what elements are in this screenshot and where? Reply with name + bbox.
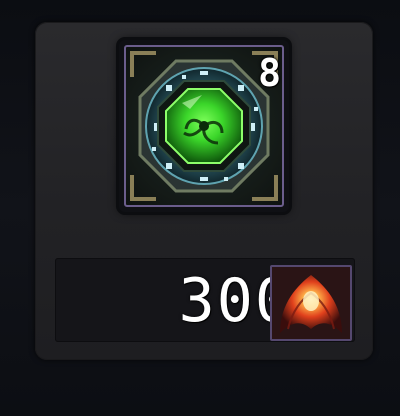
stack-count: 8 [258, 51, 281, 95]
shop-item-panel: 8 300 [0, 0, 400, 416]
red-flame-crest-icon [272, 267, 350, 339]
currency-slot[interactable] [270, 265, 352, 341]
item-slot[interactable]: 8 [119, 40, 289, 212]
price-value: 300 [178, 266, 293, 336]
